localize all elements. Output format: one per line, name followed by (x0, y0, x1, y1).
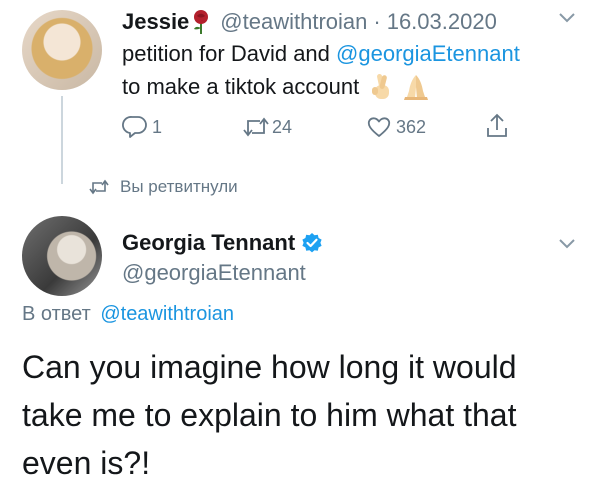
tweet1-text-line1: petition for David and @georgiaEtennant (122, 41, 520, 67)
tweet2-body-line3: even is?! (22, 445, 151, 481)
reply-button[interactable]: 1 (122, 114, 162, 140)
retweet-button[interactable]: 24 (242, 114, 292, 140)
tweet2-body-line1: Can you imagine how long it would (22, 349, 517, 385)
tweet1-handle[interactable]: @teawithtroian (220, 9, 367, 35)
share-button[interactable] (484, 112, 510, 140)
reply-to-prefix: В ответ (22, 303, 91, 325)
rose-emoji-icon (190, 9, 212, 35)
tweet2-author-row: Georgia Tennant (122, 229, 323, 257)
reply-icon (122, 114, 148, 140)
chevron-down-icon[interactable] (558, 12, 576, 24)
retweet-count: 24 (272, 116, 293, 137)
reply-to-mention[interactable]: @teawithtroian (100, 303, 234, 325)
tweet2-body: Can you imagine how long it would take m… (22, 343, 517, 487)
retweet-notice-icon (88, 178, 110, 196)
folded-hands-emoji-icon (401, 73, 431, 101)
avatar-jessie[interactable] (22, 10, 102, 90)
tweet1-text-prefix: petition for David and (122, 41, 337, 66)
reply-count: 1 (152, 116, 163, 137)
tweet1-date[interactable]: 16.03.2020 (387, 9, 497, 35)
chevron-down-icon[interactable] (558, 238, 576, 250)
retweet-notice: Вы ретвитнули (88, 175, 238, 199)
reply-to-line: В ответ @teawithtroian (22, 303, 234, 326)
tweet2-author-name[interactable]: Georgia Tennant (122, 230, 295, 256)
like-button[interactable]: 362 (366, 114, 426, 140)
thread-line (61, 96, 63, 184)
tweet1-separator: · (373, 9, 381, 34)
tweet1-text-line2-label: to make a tiktok account (122, 74, 360, 99)
tweet2-body-line2: take me to explain to him what that (22, 397, 517, 433)
retweet-icon (242, 114, 270, 140)
tweet2-handle[interactable]: @georgiaEtennant (122, 260, 306, 286)
tweet1-text-line2: to make a tiktok account (122, 73, 431, 101)
crossed-fingers-emoji-icon (369, 73, 395, 101)
avatar-georgia[interactable] (22, 216, 102, 296)
tweet1-author-name[interactable]: Jessie (122, 9, 189, 35)
tweet1-header: Jessie @teawithtroian · 16.03.2020 (122, 6, 497, 38)
verified-badge-icon (301, 232, 323, 254)
like-icon (366, 114, 392, 140)
retweet-notice-label: Вы ретвитнули (120, 177, 238, 196)
share-icon (484, 112, 510, 140)
tweet1-mention[interactable]: @georgiaEtennant (336, 41, 520, 66)
like-count: 362 (396, 116, 427, 137)
